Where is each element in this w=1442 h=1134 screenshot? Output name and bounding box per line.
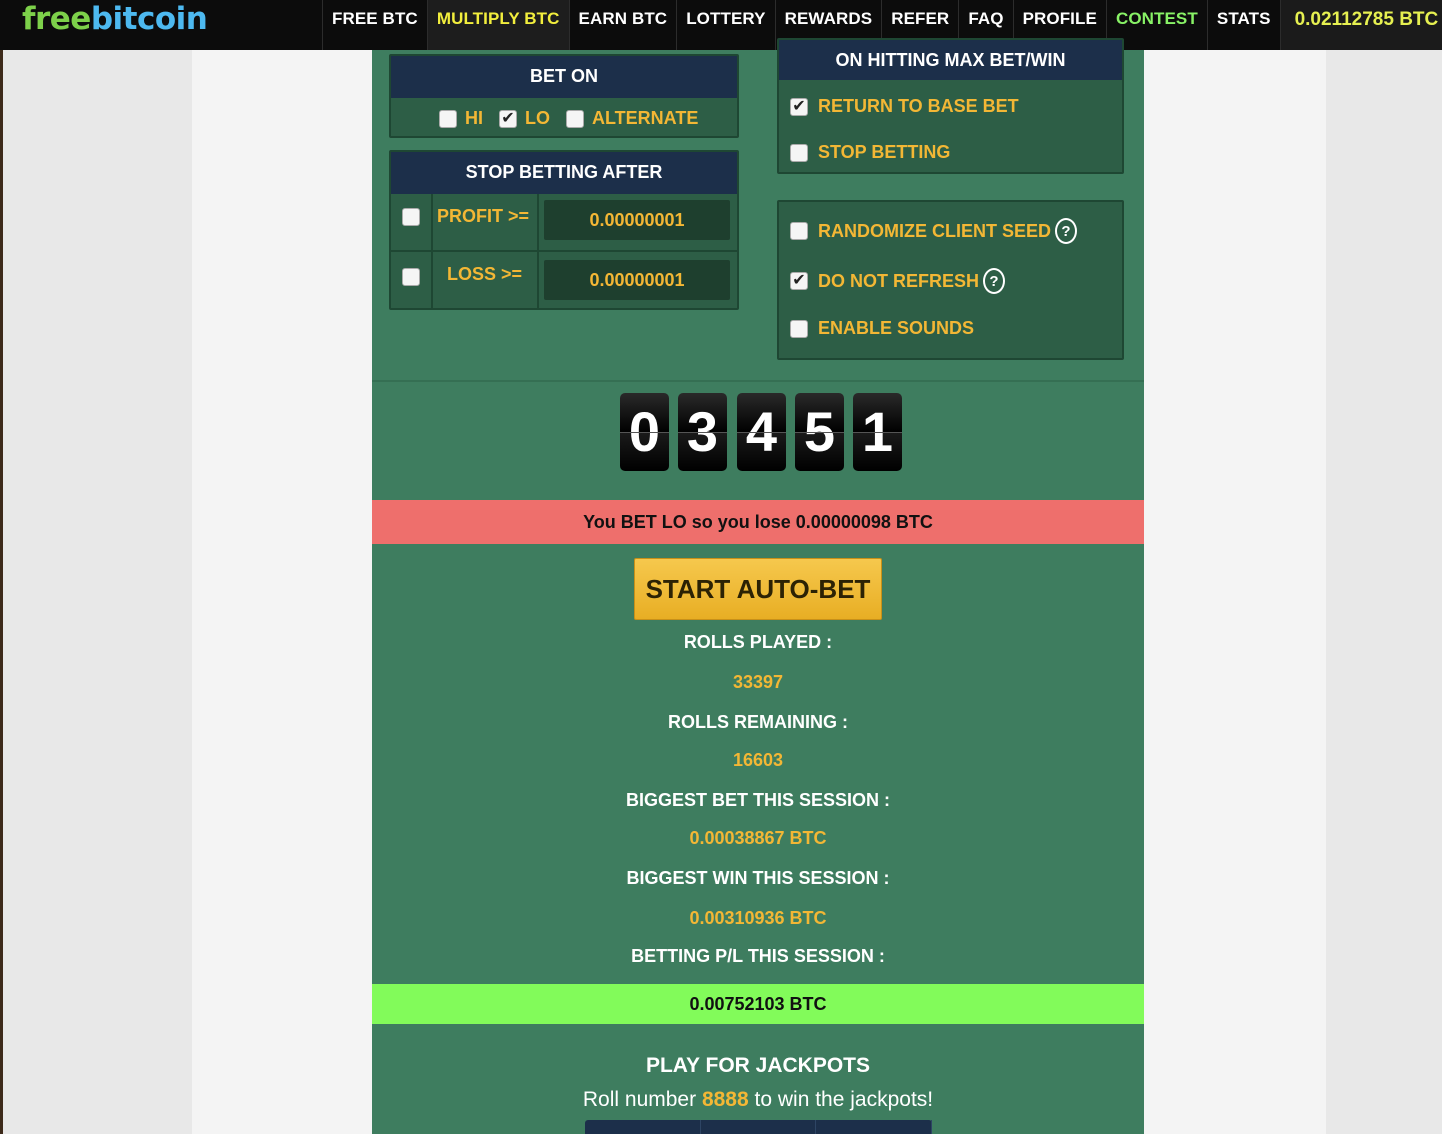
nav-earn-btc[interactable]: EARN BTC [568, 0, 677, 50]
enable-sounds-checkbox[interactable] [790, 319, 808, 338]
max-bet-win-title: ON HITTING MAX BET/WIN [779, 40, 1122, 80]
randomize-seed-help-icon[interactable]: ? [1055, 218, 1078, 244]
nav-stats[interactable]: STATS [1206, 0, 1280, 50]
bet-on-panel: BET ON HI ✔ LO ALTERNATE [389, 54, 739, 138]
bet-hi-checkbox[interactable] [439, 109, 457, 128]
pl-label: BETTING P/L THIS SESSION : [631, 946, 885, 966]
jackpot-tab-3[interactable] [816, 1120, 933, 1134]
jackpot-tab-1[interactable] [585, 1120, 701, 1134]
rolls-remaining-value: 16603 [732, 750, 784, 770]
bet-alternate-checkbox[interactable] [566, 109, 584, 128]
start-auto-bet-button[interactable]: START AUTO-BET [634, 558, 882, 620]
return-base-row: ✔ RETURN TO BASE BET [790, 96, 1019, 117]
return-base-label[interactable]: RETURN TO BASE BET [818, 96, 1019, 117]
do-not-refresh-row: ✔ DO NOT REFRESH ? [790, 268, 1006, 294]
jackpot-tab-2[interactable] [701, 1120, 817, 1134]
roll-digit-3: 4 [737, 393, 786, 471]
do-not-refresh-checkbox[interactable]: ✔ [790, 272, 808, 290]
settings-panel: RANDOMIZE CLIENT SEED ? ✔ DO NOT REFRESH… [777, 200, 1124, 360]
jackpot-tabs [585, 1120, 933, 1134]
jackpot-text-before: Roll number [582, 1088, 697, 1111]
result-message: You BET LO so you lose 0.00000098 BTC [372, 500, 1144, 544]
randomize-seed-label[interactable]: RANDOMIZE CLIENT SEED [818, 221, 1051, 242]
loss-stop-checkbox[interactable] [402, 268, 420, 286]
jackpot-text-after: to win the jackpots! [754, 1088, 934, 1111]
rolls-played-value: 33397 [732, 672, 784, 692]
top-nav-bar: free bitcoin FREE BTC MULTIPLY BTC EARN B… [0, 0, 1442, 50]
do-not-refresh-label[interactable]: DO NOT REFRESH [818, 271, 979, 292]
bet-lo-label[interactable]: LO [525, 108, 550, 129]
loss-stop-label: LOSS >= [447, 264, 523, 284]
stop-betting-col-divider [431, 194, 433, 308]
biggest-bet-label: BIGGEST BET THIS SESSION : [625, 790, 891, 810]
max-bet-win-panel: ON HITTING MAX BET/WIN ✔ RETURN TO BASE … [777, 38, 1124, 174]
loss-stop-input[interactable]: 0.00000001 [544, 260, 730, 300]
stop-betting-row: STOP BETTING [790, 142, 950, 163]
rolls-remaining-label: ROLLS REMAINING : [668, 712, 848, 732]
stop-betting-divider [391, 250, 737, 252]
bet-hi-label[interactable]: HI [465, 108, 483, 129]
biggest-win-value: 0.00310936 BTC [689, 908, 827, 928]
roll-digit-2: 3 [678, 393, 727, 471]
section-divider [372, 380, 1144, 382]
jackpot-text: Roll number 8888 to win the jackpots! [372, 1088, 1144, 1112]
stop-betting-checkbox[interactable] [790, 143, 808, 162]
jackpot-title: PLAY FOR JACKPOTS [645, 1054, 871, 1077]
enable-sounds-row: ENABLE SOUNDS [790, 318, 974, 339]
pl-value: 0.00752103 BTC [372, 984, 1144, 1024]
rolls-played-label: ROLLS PLAYED : [683, 632, 833, 652]
nav-multiply-btc[interactable]: MULTIPLY BTC [426, 0, 569, 50]
randomize-seed-checkbox[interactable] [790, 222, 808, 240]
bet-on-title: BET ON [391, 56, 737, 98]
stop-betting-col-divider-2 [537, 194, 539, 308]
btc-balance: 0.02112785 BTC [1279, 0, 1442, 50]
randomize-seed-row: RANDOMIZE CLIENT SEED ? [790, 218, 1078, 244]
bet-on-options: HI ✔ LO ALTERNATE [439, 108, 698, 129]
biggest-bet-value: 0.00038867 BTC [689, 828, 827, 848]
nav-free-btc[interactable]: FREE BTC [322, 0, 427, 50]
logo-part-free: free [22, 0, 91, 37]
roll-digit-1: 0 [620, 393, 669, 471]
left-edge-decoration [0, 50, 3, 1134]
jackpot-number: 8888 [701, 1088, 749, 1111]
bet-lo-checkbox[interactable]: ✔ [499, 109, 517, 128]
return-base-checkbox[interactable]: ✔ [790, 97, 808, 116]
logo-part-bitcoin: bitcoin [90, 0, 208, 37]
profit-stop-input[interactable]: 0.00000001 [544, 200, 730, 240]
roll-digit-5: 1 [853, 393, 902, 471]
enable-sounds-label[interactable]: ENABLE SOUNDS [818, 318, 974, 339]
stop-betting-after-panel: STOP BETTING AFTER PROFIT >= 0.00000001 … [389, 150, 739, 310]
site-logo[interactable]: free bitcoin [0, 0, 322, 50]
stop-betting-title: STOP BETTING AFTER [391, 152, 737, 194]
biggest-win-label: BIGGEST WIN THIS SESSION : [626, 868, 890, 888]
do-not-refresh-help-icon[interactable]: ? [983, 268, 1006, 294]
bet-alternate-label[interactable]: ALTERNATE [592, 108, 698, 129]
nav-lottery[interactable]: LOTTERY [676, 0, 774, 50]
profit-stop-label: PROFIT >= [437, 206, 530, 226]
profit-stop-checkbox[interactable] [402, 208, 420, 226]
roll-digit-4: 5 [795, 393, 844, 471]
stop-betting-label[interactable]: STOP BETTING [818, 142, 950, 163]
